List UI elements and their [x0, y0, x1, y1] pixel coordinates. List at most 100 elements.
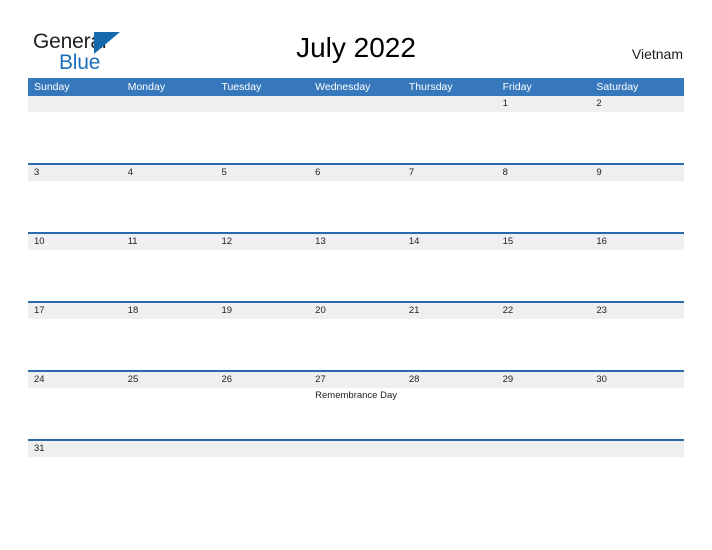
day-number[interactable]: 4	[122, 165, 216, 181]
weekday-header-friday: Friday	[502, 81, 532, 93]
day-number[interactable]: 3	[28, 165, 122, 181]
country-label: Vietnam	[631, 46, 683, 62]
day-number[interactable]: 29	[497, 372, 591, 388]
day-number[interactable]	[403, 96, 497, 112]
day-event	[309, 457, 403, 479]
day-number[interactable]: 11	[122, 234, 216, 250]
weekday-header-monday: Monday	[127, 81, 166, 93]
day-event	[590, 457, 684, 479]
day-number[interactable]	[309, 96, 403, 112]
day-event	[309, 319, 403, 370]
day-number[interactable]: 30	[590, 372, 684, 388]
day-event	[590, 250, 684, 301]
day-event	[497, 112, 591, 163]
day-number[interactable]: 15	[497, 234, 591, 250]
day-number[interactable]: 24	[28, 372, 122, 388]
day-event	[215, 388, 309, 439]
day-number[interactable]: 26	[215, 372, 309, 388]
day-number[interactable]: 2	[590, 96, 684, 112]
day-event	[403, 457, 497, 479]
day-event	[497, 319, 591, 370]
week-row: 10 11 12 13 14 15 16	[28, 232, 684, 301]
day-number[interactable]: 25	[122, 372, 216, 388]
day-number[interactable]: 9	[590, 165, 684, 181]
day-number[interactable]: 20	[309, 303, 403, 319]
calendar-page: General Blue July 2022 Vietnam Sunday Mo…	[0, 0, 712, 550]
day-number[interactable]: 27	[309, 372, 403, 388]
week-row: 31	[28, 439, 684, 479]
day-event	[497, 457, 591, 479]
day-number[interactable]: 6	[309, 165, 403, 181]
week-event-band	[28, 250, 684, 301]
day-event	[590, 181, 684, 232]
day-event	[215, 181, 309, 232]
weekday-header-wednesday: Wednesday	[315, 81, 371, 93]
week-row: 24 25 26 27 28 29 30 Remembrance Day	[28, 370, 684, 439]
day-number[interactable]: 8	[497, 165, 591, 181]
day-event	[28, 181, 122, 232]
day-number[interactable]	[215, 96, 309, 112]
day-event	[122, 250, 216, 301]
day-event	[122, 319, 216, 370]
day-event	[215, 112, 309, 163]
week-date-band: 31	[28, 441, 684, 457]
week-event-band	[28, 319, 684, 370]
weekday-header-saturday: Saturday	[596, 81, 639, 93]
day-number[interactable]: 28	[403, 372, 497, 388]
week-date-band: 17 18 19 20 21 22 23	[28, 303, 684, 319]
day-number[interactable]: 16	[590, 234, 684, 250]
day-number[interactable]: 18	[122, 303, 216, 319]
day-event	[309, 112, 403, 163]
day-event	[122, 181, 216, 232]
day-number[interactable]: 19	[215, 303, 309, 319]
day-number[interactable]	[122, 96, 216, 112]
day-number[interactable]	[28, 96, 122, 112]
day-number[interactable]: 31	[28, 441, 122, 457]
week-event-band: Remembrance Day	[28, 388, 684, 439]
day-number[interactable]: 10	[28, 234, 122, 250]
weekday-header-row: Sunday Monday Tuesday Wednesday Thursday…	[28, 78, 684, 96]
day-event	[215, 457, 309, 479]
day-number[interactable]	[497, 441, 591, 457]
day-number[interactable]: 17	[28, 303, 122, 319]
day-event	[590, 319, 684, 370]
day-event	[403, 388, 497, 439]
day-number[interactable]: 1	[497, 96, 591, 112]
day-event	[215, 250, 309, 301]
day-event	[215, 319, 309, 370]
day-number[interactable]: 22	[497, 303, 591, 319]
day-number[interactable]	[215, 441, 309, 457]
day-number[interactable]	[122, 441, 216, 457]
day-number[interactable]: 21	[403, 303, 497, 319]
day-event	[122, 457, 216, 479]
day-event	[403, 181, 497, 232]
week-event-band	[28, 181, 684, 232]
day-event	[403, 319, 497, 370]
week-date-band: 3 4 5 6 7 8 9	[28, 165, 684, 181]
day-event	[590, 112, 684, 163]
day-number[interactable]: 12	[215, 234, 309, 250]
day-number[interactable]: 14	[403, 234, 497, 250]
day-number[interactable]	[590, 441, 684, 457]
day-event	[497, 388, 591, 439]
weekday-header-tuesday: Tuesday	[221, 81, 262, 93]
day-event	[28, 388, 122, 439]
day-event	[122, 388, 216, 439]
day-event	[28, 250, 122, 301]
weekday-header-thursday: Thursday	[408, 81, 453, 93]
day-number[interactable]: 5	[215, 165, 309, 181]
week-row: 17 18 19 20 21 22 23	[28, 301, 684, 370]
day-event-remembrance-day: Remembrance Day	[315, 390, 397, 401]
day-event	[497, 250, 591, 301]
day-event	[122, 112, 216, 163]
day-event	[403, 112, 497, 163]
day-event	[309, 181, 403, 232]
day-event	[403, 250, 497, 301]
day-number[interactable]	[309, 441, 403, 457]
week-event-band	[28, 112, 684, 163]
day-number[interactable]: 13	[309, 234, 403, 250]
day-number[interactable]: 23	[590, 303, 684, 319]
day-number[interactable]: 7	[403, 165, 497, 181]
week-date-band: 1 2	[28, 96, 684, 112]
day-number[interactable]	[403, 441, 497, 457]
